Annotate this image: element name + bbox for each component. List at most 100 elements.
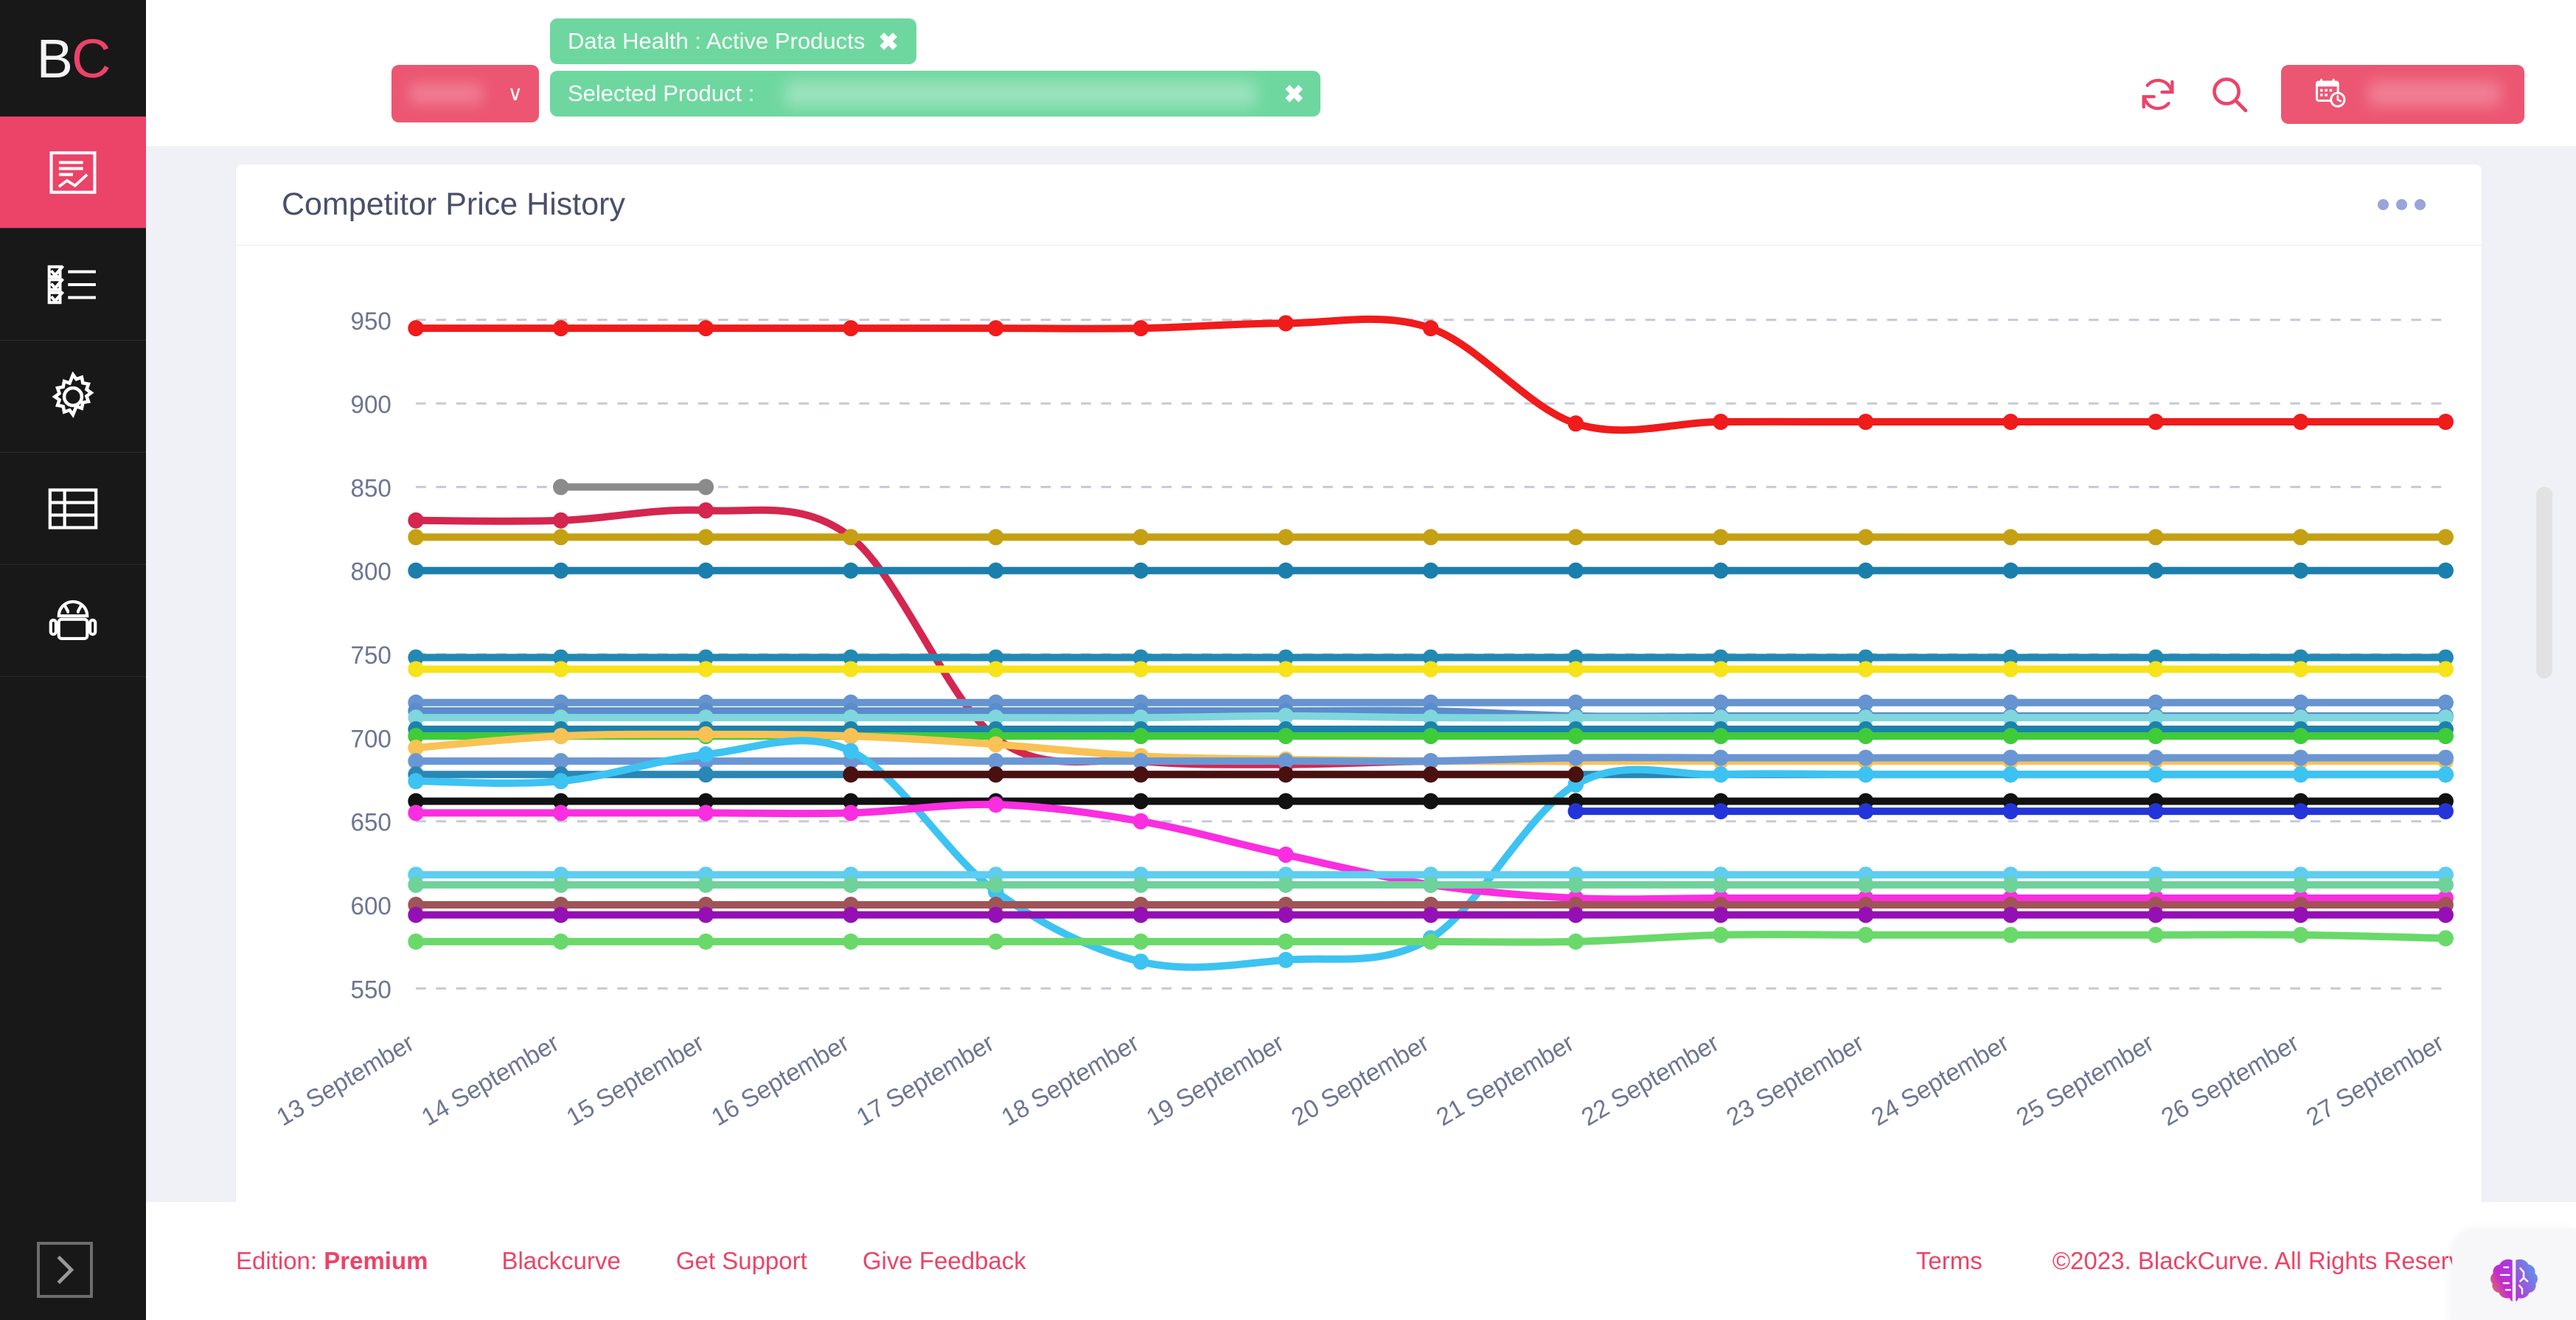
data-point (697, 876, 714, 893)
data-point (2292, 728, 2309, 745)
data-point (1132, 320, 1149, 337)
data-point (2437, 766, 2454, 783)
data-point (2292, 803, 2309, 820)
x-axis-tick-label: 21 September (1432, 1029, 1578, 1132)
data-point (2292, 926, 2309, 943)
data-point (1857, 906, 1874, 923)
data-point (1713, 876, 1729, 893)
robot-icon (49, 598, 97, 644)
app-root: BC ∨ Data Health: Active Products ✖ Sel… (0, 0, 2576, 1320)
data-point (987, 876, 1004, 893)
close-icon[interactable]: ✖ (1284, 82, 1304, 106)
data-point (1278, 906, 1294, 923)
x-axis-tick-label: 18 September (998, 1029, 1144, 1132)
sidebar-expand-button[interactable] (37, 1242, 93, 1298)
report-selector-dropdown[interactable]: ∨ (391, 65, 539, 122)
top-bar: ∨ Data Health : Active Products ✖ Select… (146, 0, 2576, 146)
x-axis-tick-label: 17 September (852, 1029, 999, 1132)
sidebar-item-reports[interactable] (0, 117, 146, 229)
data-point (697, 479, 714, 496)
close-icon[interactable]: ✖ (878, 29, 899, 54)
content-area: Competitor Price History 950 900 850 800 750… (146, 146, 2576, 1202)
chart-series-competitor-black (408, 793, 2454, 810)
checklist-icon (47, 263, 99, 306)
data-point (1278, 529, 1294, 546)
data-point (1278, 876, 1294, 893)
data-point (2002, 529, 2019, 546)
data-point (1132, 661, 1149, 678)
data-point (1422, 906, 1439, 923)
data-point (1567, 529, 1584, 546)
refresh-icon[interactable] (2138, 74, 2178, 114)
data-point (552, 728, 569, 745)
data-point (552, 773, 569, 790)
data-point (1857, 926, 1874, 943)
copyright-text: ©2023. BlackCurve. All Rights Reserved. (2052, 1247, 2495, 1274)
data-point (2292, 661, 2309, 678)
filter-chip-label: Selected Product : (568, 80, 755, 106)
sidebar-item-automation[interactable] (0, 565, 146, 677)
data-point (697, 529, 714, 546)
chart-series-competitor-grey (552, 479, 714, 496)
data-point (2148, 661, 2164, 678)
data-point (1278, 766, 1294, 783)
sidebar-item-data-table[interactable] (0, 453, 146, 565)
data-point (2437, 930, 2454, 947)
data-point (2148, 529, 2164, 546)
data-point (987, 796, 1004, 813)
brand-logo[interactable]: BC (0, 0, 146, 117)
data-point (843, 876, 859, 893)
table-grid-icon (48, 487, 98, 530)
data-point (1567, 749, 1584, 766)
data-point (697, 562, 714, 579)
scrollbar-thumb[interactable] (2536, 487, 2552, 678)
chart-series-competitor-royalblue (1567, 803, 2454, 820)
chart-canvas[interactable]: 95090085080075070065060055013 September1… (236, 246, 2482, 1202)
x-axis-tick-label: 14 September (417, 1029, 564, 1132)
footer: Edition: Premium Blackcurve Get Support … (146, 1202, 2576, 1320)
footer-link-get-support[interactable]: Get Support (676, 1247, 807, 1275)
footer-link-terms[interactable]: Terms (1916, 1247, 1983, 1275)
footer-link-blackcurve[interactable]: Blackcurve (501, 1247, 620, 1275)
data-point (2002, 661, 2019, 678)
page-title: Competitor Price History (282, 187, 625, 222)
search-icon[interactable] (2209, 74, 2250, 115)
filter-chip-label: Data Health : Active Products (568, 28, 866, 54)
x-axis-tick-label: 27 September (2302, 1029, 2448, 1132)
x-axis-tick-label: 20 September (1287, 1029, 1434, 1132)
data-point (987, 933, 1004, 950)
data-point (1713, 803, 1729, 820)
price-history-chart[interactable]: 950 900 850 800 750 700 650 600 550 13 September 1… (236, 246, 2482, 1202)
data-point (1422, 562, 1439, 579)
x-axis-tick-label: 16 September (707, 1029, 854, 1132)
data-point (552, 529, 569, 546)
more-options-icon[interactable] (2367, 189, 2436, 220)
data-point (408, 512, 424, 529)
report-selector-label (409, 83, 483, 105)
filter-chip-data-health[interactable]: Data Health : Active Products ✖ (550, 18, 916, 64)
data-point (2148, 728, 2164, 745)
sidebar-item-settings[interactable] (0, 341, 146, 453)
data-point (987, 736, 1004, 753)
sidebar-item-rules[interactable] (0, 229, 146, 341)
data-point (697, 766, 714, 783)
data-point (2437, 803, 2454, 820)
chart-series-competitor-olive (408, 529, 2454, 546)
y-axis-tick-label: 550 (351, 976, 391, 1004)
page-scrollbar[interactable] (2536, 0, 2566, 1320)
logo-letter-c: C (71, 27, 111, 89)
chart-series-competitor-red (408, 315, 2454, 434)
footer-link-give-feedback[interactable]: Give Feedback (863, 1247, 1026, 1275)
data-point (552, 661, 569, 678)
data-point (2292, 529, 2309, 546)
data-point (2148, 766, 2164, 783)
data-point (2148, 562, 2164, 579)
edition-value: Premium (324, 1247, 428, 1274)
data-point (1713, 562, 1729, 579)
filter-chip-selected-product[interactable]: Selected Product : ✖ (550, 71, 1320, 117)
edition-prefix: Edition: (236, 1247, 318, 1274)
data-point (843, 743, 859, 760)
data-point (1132, 933, 1149, 950)
date-range-label (2368, 81, 2501, 106)
date-range-button[interactable] (2281, 65, 2524, 124)
